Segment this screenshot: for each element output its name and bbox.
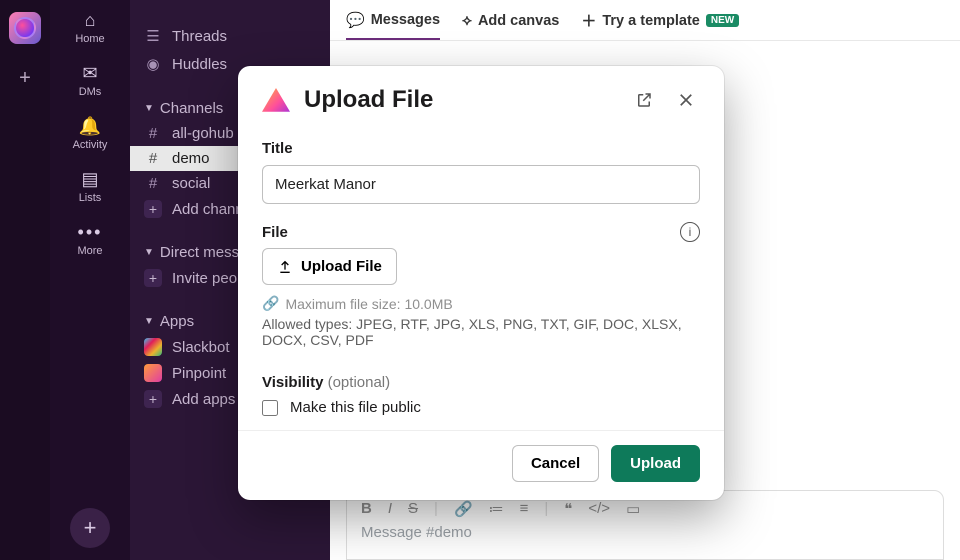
nav-more[interactable]: ••• More [50, 214, 130, 267]
hash-icon: # [144, 175, 162, 192]
plus-icon: + [144, 269, 162, 287]
close-button[interactable] [672, 86, 700, 114]
new-badge: NEW [706, 14, 739, 27]
chat-icon: ✉ [50, 63, 130, 84]
plus-icon: + [144, 200, 162, 218]
bullet-list-icon[interactable]: ≡ [520, 500, 529, 518]
close-icon [677, 91, 695, 109]
blockquote-icon[interactable]: ❝ [564, 500, 572, 518]
button-label: Upload File [301, 258, 382, 275]
italic-icon[interactable]: I [388, 500, 392, 518]
max-size-hint: 🔗 Maximum file size: 10.0MB [262, 295, 700, 312]
pinpoint-icon [144, 364, 162, 382]
hash-icon: # [144, 125, 162, 142]
channel-name: social [172, 175, 210, 192]
cancel-button[interactable]: Cancel [512, 445, 599, 482]
bold-icon[interactable]: B [361, 500, 372, 518]
bell-icon: 🔔 [50, 116, 130, 137]
plus-icon: + [84, 515, 97, 541]
sidebar-item-threads[interactable]: ☰ Threads [130, 22, 330, 50]
tab-messages[interactable]: 💬 Messages [346, 11, 440, 40]
divider-icon: | [434, 500, 438, 518]
app-name: Slackbot [172, 339, 230, 356]
nav-lists[interactable]: ▤ Lists [50, 161, 130, 214]
label-text: Visibility [262, 374, 323, 391]
tab-label: Messages [371, 12, 440, 28]
file-label: File [262, 224, 288, 241]
nav-home[interactable]: ⌂ Home [50, 2, 130, 55]
headphones-icon: ◉ [144, 55, 162, 73]
slackbot-icon [144, 338, 162, 356]
plus-icon: ＋ [581, 10, 596, 31]
title-input[interactable] [262, 165, 700, 204]
allowed-types: Allowed types: JPEG, RTF, JPG, XLS, PNG,… [262, 316, 700, 348]
upload-submit-button[interactable]: Upload [611, 445, 700, 482]
plus-icon: + [19, 67, 31, 90]
section-label: Apps [160, 313, 194, 330]
channel-tabs: 💬 Messages ⟡ Add canvas ＋ Try a template… [330, 0, 960, 41]
divider-icon: | [544, 500, 548, 518]
checkbox-label: Make this file public [290, 399, 421, 416]
message-composer[interactable]: B I S | 🔗 ≔ ≡ | ❝ </> ▭ Message #demo [346, 490, 944, 560]
caret-down-icon: ▼ [144, 103, 154, 114]
plus-icon: + [144, 390, 162, 408]
nav-dms[interactable]: ✉ DMs [50, 55, 130, 108]
app-name: Pinpoint [172, 365, 226, 382]
nav-label: Lists [79, 192, 102, 204]
strike-icon[interactable]: S [408, 500, 418, 518]
nav-label: Activity [73, 139, 108, 151]
hash-icon: # [144, 150, 162, 167]
workspace-logo-icon [14, 17, 36, 39]
nav-activity[interactable]: 🔔 Activity [50, 108, 130, 161]
lists-icon: ▤ [50, 169, 130, 190]
popout-button[interactable] [630, 86, 658, 114]
nav-label: Home [75, 33, 104, 45]
tab-label: Try a template [602, 13, 700, 29]
workspace-rail: + [0, 0, 50, 560]
compose-fab[interactable]: + [70, 508, 110, 548]
chat-bubble-icon: 💬 [346, 11, 365, 29]
nav-label: DMs [79, 86, 102, 98]
sidebar-item-label: Add apps [172, 391, 235, 408]
format-toolbar: B I S | 🔗 ≔ ≡ | ❝ </> ▭ [361, 500, 929, 518]
section-label: Channels [160, 100, 223, 117]
modal-title: Upload File [304, 86, 616, 114]
canvas-icon: ⟡ [462, 12, 472, 29]
channel-name: all-gohub [172, 125, 234, 142]
nav-label: More [77, 245, 102, 257]
nav-column: ⌂ Home ✉ DMs 🔔 Activity ▤ Lists ••• More… [50, 0, 130, 560]
caret-down-icon: ▼ [144, 247, 154, 258]
home-icon: ⌂ [50, 10, 130, 31]
visibility-label: Visibility (optional) [262, 374, 700, 391]
link-icon[interactable]: 🔗 [454, 500, 473, 518]
paperclip-icon: 🔗 [262, 295, 279, 312]
info-button[interactable]: i [680, 222, 700, 242]
external-link-icon [635, 91, 653, 109]
composer-placeholder[interactable]: Message #demo [361, 524, 929, 541]
tab-try-template[interactable]: ＋ Try a template NEW [581, 10, 739, 40]
caret-down-icon: ▼ [144, 316, 154, 327]
info-icon: i [689, 225, 692, 239]
tab-add-canvas[interactable]: ⟡ Add canvas [462, 12, 559, 38]
code-icon[interactable]: </> [588, 500, 610, 518]
ellipsis-icon: ••• [50, 222, 130, 243]
ordered-list-icon[interactable]: ≔ [489, 500, 504, 518]
public-checkbox[interactable] [262, 400, 278, 416]
upload-file-modal: Upload File Title File i Upload File 🔗 M… [238, 66, 724, 500]
upload-icon [277, 259, 293, 275]
hint-text: Maximum file size: 10.0MB [285, 296, 452, 312]
channel-name: demo [172, 150, 210, 167]
tab-label: Add canvas [478, 13, 559, 29]
sidebar-item-label: Huddles [172, 56, 227, 73]
optional-text: (optional) [328, 374, 391, 391]
title-label: Title [262, 140, 700, 157]
sidebar-item-label: Threads [172, 28, 227, 45]
workspace-tile[interactable] [9, 12, 41, 44]
codeblock-icon[interactable]: ▭ [626, 500, 640, 518]
threads-icon: ☰ [144, 27, 162, 45]
add-workspace-button[interactable]: + [9, 62, 41, 94]
pinpoint-logo-icon [262, 88, 290, 116]
upload-file-button[interactable]: Upload File [262, 248, 397, 285]
